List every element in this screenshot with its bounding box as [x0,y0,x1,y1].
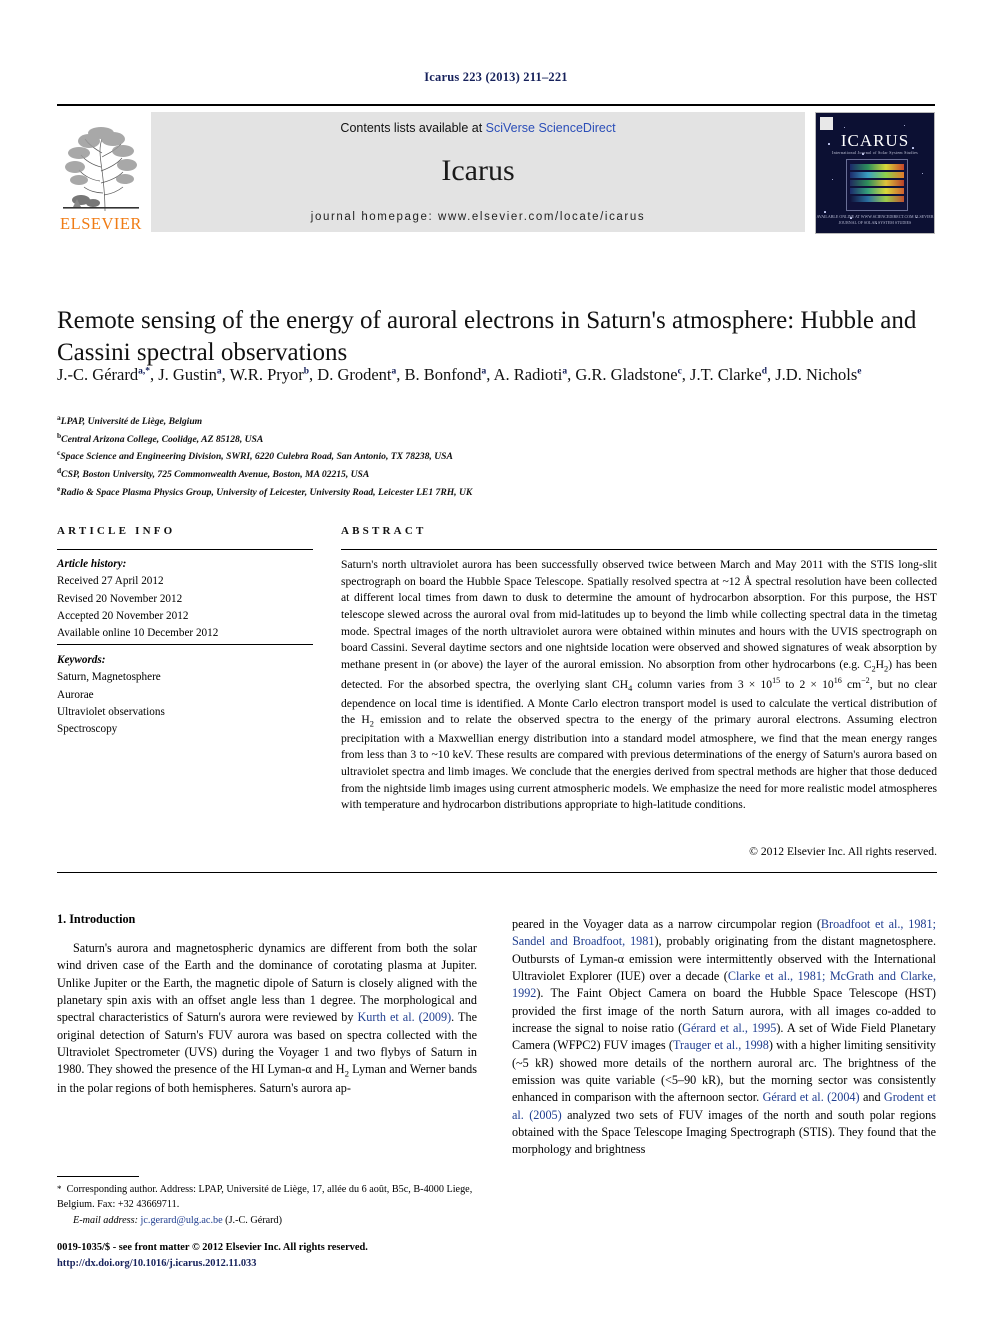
affiliation-text: LPAP, Université de Liège, Belgium [60,416,203,428]
contents-list-line: Contents lists available at SciVerse Sci… [151,121,805,135]
abstract-paragraph: Saturn's north ultraviolet aurora has be… [341,558,938,812]
email-label: E-mail address: [73,1214,138,1226]
elsevier-tree-icon [59,122,143,215]
abstract-bottom-rule [57,872,937,874]
running-head: Icarus 223 (2013) 211–221 [424,70,568,84]
affiliation-text: CSP, Boston University, 725 Commonwealth… [61,469,370,481]
doi-link[interactable]: http://dx.doi.org/10.1016/j.icarus.2012.… [57,1256,497,1272]
author-list: J.-C. Gérarda,*, J. Gustina, W.R. Pryorb… [57,365,862,384]
email-owner: (J.-C. Gérard) [225,1214,283,1226]
journal-homepage-link[interactable]: journal homepage: www.elsevier.com/locat… [151,211,805,223]
keyword-item: Spectroscopy [57,723,118,736]
body-column-right: peared in the Voyager data as a narrow c… [512,916,936,1159]
article-history: Article history: Received 27 April 2012 … [57,556,319,643]
footnote-rule [57,1176,139,1178]
abstract-rule [341,549,937,551]
contents-prefix: Contents lists available at [340,121,486,135]
affiliation-item: dCSP, Boston University, 725 Commonwealt… [57,465,937,483]
article-page: Icarus 223 (2013) 211–221 ELSEVIER Conte… [0,0,992,1323]
sciencedirect-banner: Contents lists available at SciVerse Sci… [151,112,805,232]
keyword-item: Saturn, Magnetosphere [57,671,161,684]
cover-footer-text: AVAILABLE ONLINE AT WWW.SCIENCEDIRECT.CO… [816,214,934,225]
elsevier-wordmark: ELSEVIER [60,213,142,233]
cover-title: ICARUS [840,131,910,150]
journal-title: Icarus [441,154,515,187]
body-paragraph: peared in the Voyager data as a narrow c… [512,917,936,1157]
history-item: Accepted 20 November 2012 [57,610,189,623]
history-item: Available online 10 December 2012 [57,627,219,640]
section-heading-introduction: 1. Introduction [57,912,136,926]
keywords-rule [57,644,313,646]
cover-publisher-mark [820,117,833,130]
imprint-block: 0019-1035/$ - see front matter © 2012 El… [57,1240,497,1271]
affiliation-text: Radio & Space Plasma Physics Group, Univ… [60,487,473,499]
article-info-rule [57,549,313,551]
email-line: E-mail address: jc.gerard@ulg.ac.be (J.-… [57,1213,477,1228]
affiliation-text: Central Arizona College, Coolidge, AZ 85… [61,433,264,445]
keyword-item: Aurorae [57,688,94,701]
article-info-heading: ARTICLE INFO [57,525,176,537]
history-item: Revised 20 November 2012 [57,592,183,605]
affiliation-item: cSpace Science and Engineering Division,… [57,447,937,465]
abstract-copyright: © 2012 Elsevier Inc. All rights reserved… [749,845,937,858]
email-link[interactable]: jc.gerard@ulg.ac.be [141,1215,223,1226]
footnote-block: * Corresponding author. Address: LPAP, U… [57,1182,477,1228]
body-paragraph: Saturn's aurora and magnetospheric dynam… [57,941,477,1096]
keyword-item: Ultraviolet observations [57,706,165,719]
elsevier-logo: ELSEVIER [57,112,145,232]
affiliation-item: bCentral Arizona College, Coolidge, AZ 8… [57,430,937,448]
journal-cover-thumbnail[interactable]: ICARUS International Journal of Solar Sy… [815,112,935,234]
history-item: Received 27 April 2012 [57,575,164,588]
keywords-label: Keywords: [57,654,106,666]
affiliation-item: eRadio & Space Plasma Physics Group, Uni… [57,483,937,501]
affiliation-text: Space Science and Engineering Division, … [60,451,453,463]
cover-spectrogram-image [846,159,908,211]
masthead-top-rule [57,104,935,106]
body-column-left: Saturn's aurora and magnetospheric dynam… [57,940,477,1098]
keywords-block: Keywords: Saturn, Magnetosphere Aurorae … [57,652,319,739]
corresponding-author-note: * Corresponding author. Address: LPAP, U… [57,1184,473,1211]
journal-masthead: ELSEVIER Contents lists available at Sci… [57,104,935,234]
affiliation-item: aLPAP, Université de Liège, Belgium [57,412,937,430]
imprint-line: 0019-1035/$ - see front matter © 2012 El… [57,1242,368,1253]
sciencedirect-link[interactable]: SciVerse ScienceDirect [486,121,616,135]
abstract-text: Saturn's north ultraviolet aurora has be… [341,557,937,814]
article-history-label: Article history: [57,558,127,570]
affiliation-list: aLPAP, Université de Liège, Belgium bCen… [57,412,937,501]
cover-subtitle: International Journal of Solar System St… [831,150,919,155]
abstract-heading: ABSTRACT [341,525,427,537]
page-title: Remote sensing of the energy of auroral … [57,306,917,367]
